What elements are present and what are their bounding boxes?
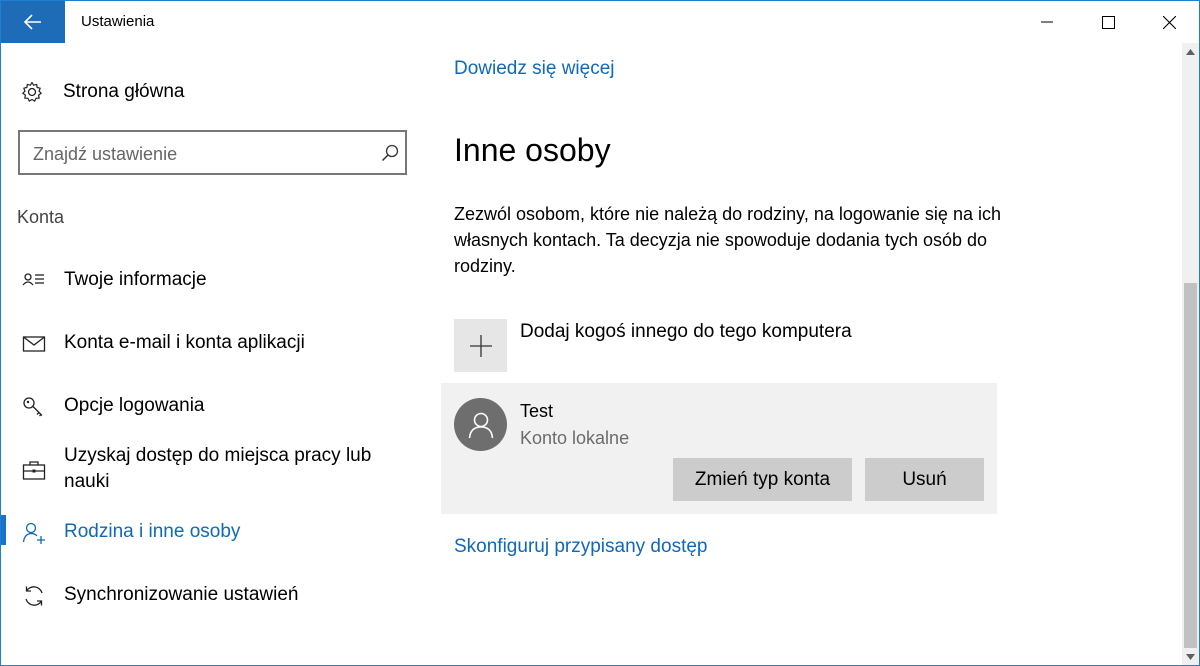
search-box[interactable] (18, 130, 407, 175)
remove-button[interactable]: Usuń (865, 458, 984, 501)
person-add-icon (22, 522, 45, 544)
sidebar-item-label: Twoje informacje (64, 269, 207, 290)
change-account-type-button[interactable]: Zmień typ konta (673, 458, 852, 501)
section-label-accounts: Konta (17, 207, 65, 227)
mail-icon (22, 336, 46, 352)
maximize-button[interactable] (1078, 1, 1138, 43)
sidebar-item-label: Rodzina i inne osoby (64, 521, 241, 542)
sync-icon (25, 586, 43, 606)
maximize-icon (1101, 15, 1115, 29)
sidebar-home-label: Strona główna (63, 81, 185, 102)
sidebar-item-sync[interactable]: Synchronizowanie ustawień (1, 582, 421, 608)
key-icon (23, 397, 43, 417)
window-title: Ustawienia (81, 13, 155, 30)
add-person-button[interactable] (454, 319, 507, 372)
plus-icon (469, 334, 492, 357)
user-name: Test (520, 401, 554, 421)
scroll-thumb[interactable] (1184, 283, 1197, 648)
briefcase-icon (22, 461, 46, 480)
avatar (454, 398, 507, 451)
search-input[interactable] (33, 142, 363, 166)
chevron-down-icon (1186, 653, 1195, 660)
chevron-up-icon (1186, 48, 1195, 55)
sidebar-home[interactable]: Strona główna (21, 79, 184, 105)
search-icon[interactable] (380, 143, 400, 163)
settings-window: Ustawienia Strona główna Znajdź ustawien… (0, 0, 1200, 666)
sidebar-item-label: Synchronizowanie ustawień (64, 584, 299, 605)
sidebar-item-email-accounts[interactable]: Konta e-mail i konta aplikacji (1, 330, 421, 356)
sidebar-item-label: Opcje logowania (64, 395, 205, 416)
scroll-down-button[interactable] (1182, 648, 1199, 665)
minimize-icon (1041, 21, 1053, 23)
user-account-type: Konto lokalne (520, 428, 630, 448)
back-arrow-icon (24, 14, 41, 30)
scroll-up-button[interactable] (1182, 43, 1199, 60)
add-person-label[interactable]: Dodaj kogoś innego do tego komputera (520, 321, 852, 343)
close-button[interactable] (1139, 1, 1199, 43)
minimize-button[interactable] (1017, 1, 1077, 43)
description-text: Zezwól osobom, które nie należą do rodzi… (454, 204, 1001, 276)
sidebar-item-sign-in-options[interactable]: Opcje logowania (1, 393, 421, 419)
sidebar-item-label: Konta e-mail i konta aplikacji (64, 332, 305, 353)
sidebar-item-your-info[interactable]: Twoje informacje (1, 267, 421, 293)
sidebar-item-label: Uzyskaj dostęp do miejsca pracy lub nauk… (64, 445, 372, 492)
page-heading: Inne osoby (454, 132, 611, 168)
gear-icon (22, 81, 42, 102)
title-bar: Ustawienia (1, 1, 1199, 43)
scrollbar[interactable] (1182, 43, 1199, 665)
learn-more-link[interactable]: Dowiedz się więcej (454, 58, 615, 80)
main-content: Dowiedz się więcej Inne osoby Zezwól oso… (421, 43, 1181, 665)
sidebar: Strona główna Konta Twoje informacje (1, 43, 421, 665)
sidebar-item-work-access[interactable]: Uzyskaj dostęp do miejsca pracy lub nauk… (1, 443, 421, 495)
close-icon (1162, 15, 1176, 29)
back-button[interactable] (1, 1, 65, 43)
person-icon (468, 412, 493, 438)
assigned-access-link[interactable]: Skonfiguruj przypisany dostęp (454, 536, 707, 558)
person-card-icon (22, 273, 44, 286)
sidebar-item-family[interactable]: Rodzina i inne osoby (1, 519, 421, 545)
user-card[interactable]: Test Konto lokalne Zmień typ konta Usuń (441, 383, 997, 514)
